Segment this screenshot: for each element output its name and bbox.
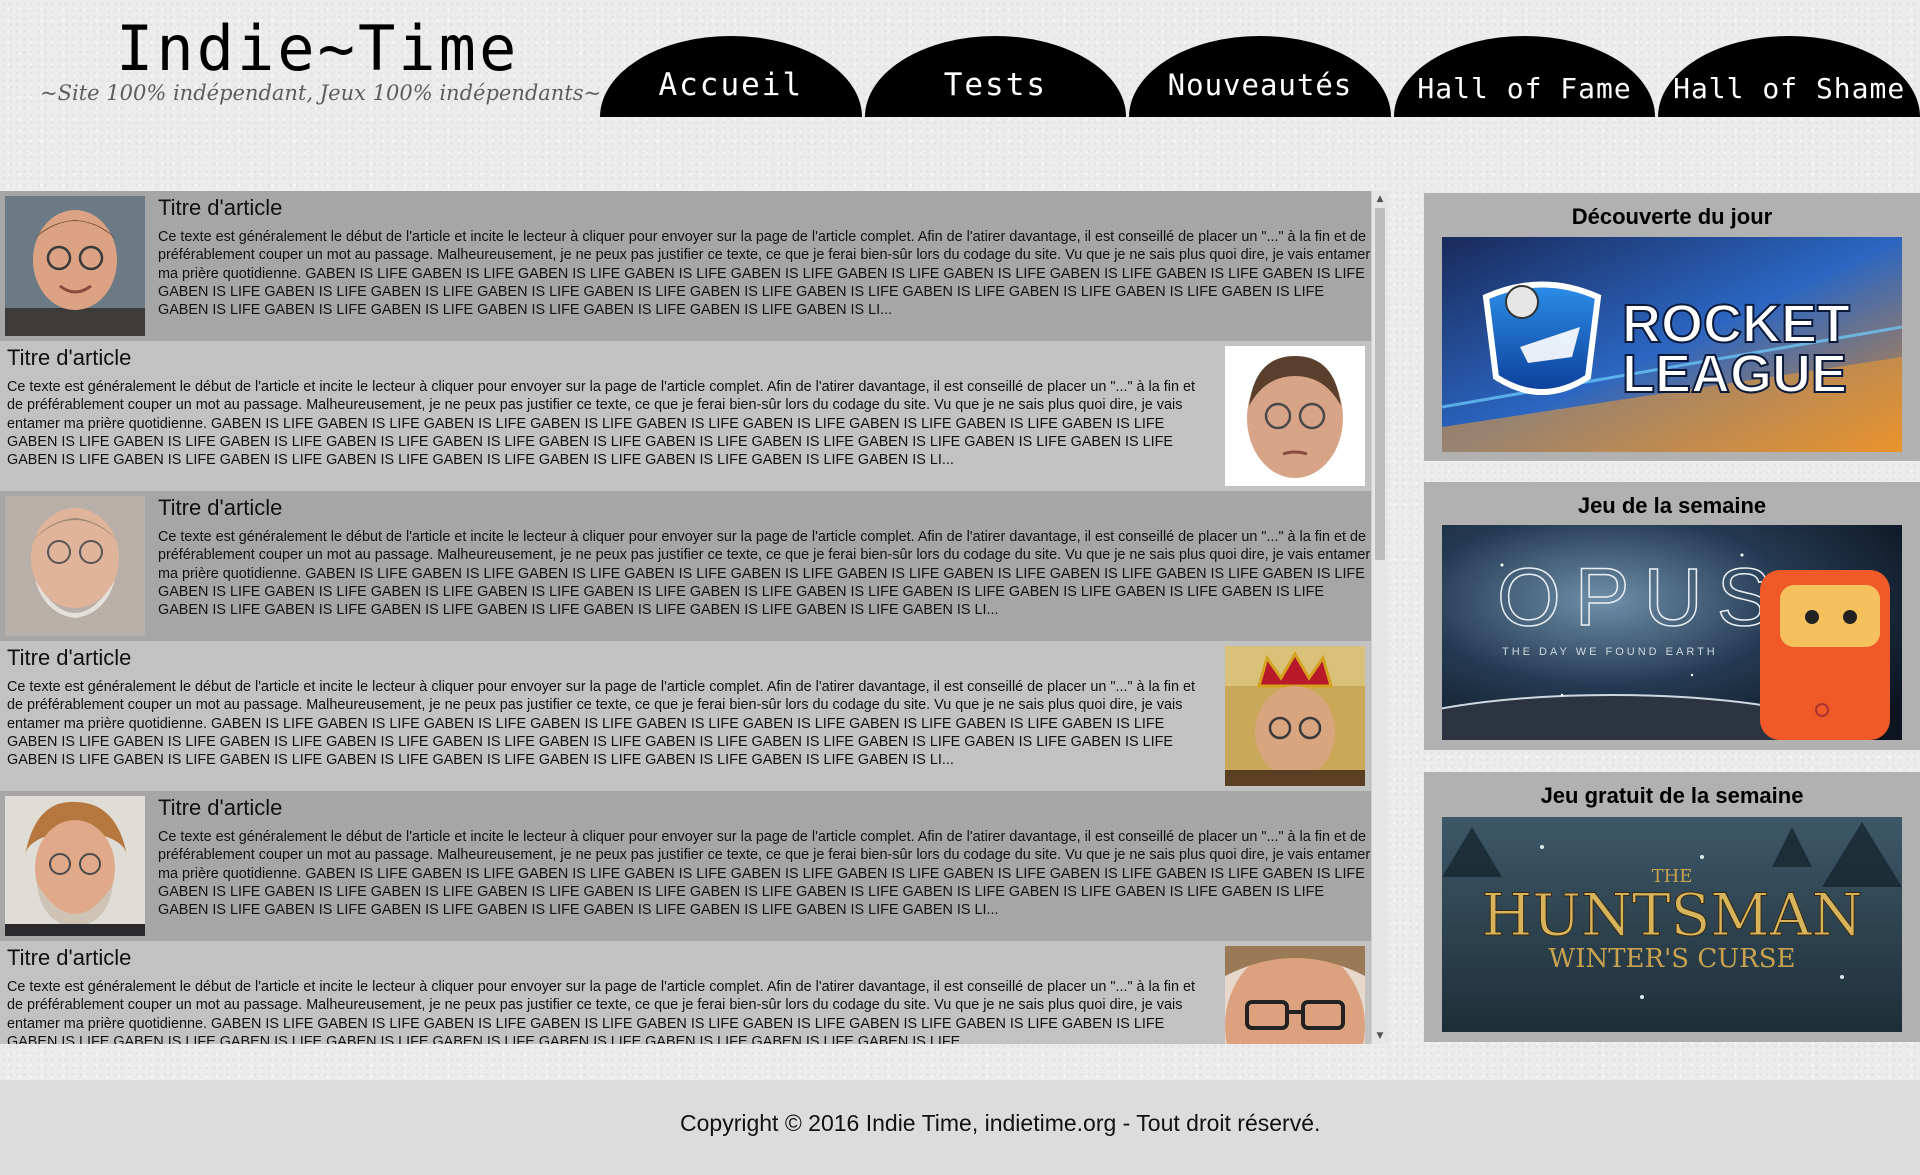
article-list-scrollbar[interactable]: ▲ ▼ xyxy=(1371,191,1388,1044)
article-excerpt: Ce texte est généralement le début de l'… xyxy=(158,229,1371,319)
article-excerpt: Ce texte est généralement le début de l'… xyxy=(158,529,1371,619)
site-slogan: ~Site 100% indépendant, Jeux 100% indépe… xyxy=(40,81,602,105)
article-title[interactable]: Titre d'article xyxy=(7,643,1210,673)
article-body: Titre d'article Ce texte est généralemen… xyxy=(150,491,1387,620)
article-title[interactable]: Titre d'article xyxy=(158,793,1377,823)
article-thumbnail[interactable] xyxy=(1225,346,1365,486)
article-thumbnail[interactable] xyxy=(5,796,145,936)
footer-copyright: Copyright © 2016 Indie Time, indietime.o… xyxy=(680,1110,1321,1136)
nav-tab-nouveautes[interactable]: Nouveautés xyxy=(1129,36,1391,117)
article-thumbnail[interactable] xyxy=(5,496,145,636)
scrollbar-thumb[interactable] xyxy=(1375,208,1385,560)
article-item[interactable]: Titre d'article Ce texte est généralemen… xyxy=(0,491,1387,641)
scroll-up-arrow-icon[interactable]: ▲ xyxy=(1372,191,1388,207)
sidebar-card-title: Jeu gratuit de la semaine xyxy=(1540,783,1804,808)
sidebar-card-title: Découverte du jour xyxy=(1571,204,1773,229)
sidebar-card-discovery: Découverte du jour ROCKET LEAGUE xyxy=(1424,193,1920,461)
article-title[interactable]: Titre d'article xyxy=(7,343,1210,373)
article-item[interactable]: Titre d'article Ce texte est généralemen… xyxy=(0,341,1387,491)
site-footer: Copyright © 2016 Indie Time, indietime.o… xyxy=(0,1080,1920,1175)
opus-logo-subtitle: THE DAY WE FOUND EARTH xyxy=(1502,646,1718,658)
opus-logo-title: OPUS xyxy=(1497,552,1785,643)
article-body: Titre d'article Ce texte est généralemen… xyxy=(0,941,1220,1044)
article-body: Titre d'article Ce texte est généralemen… xyxy=(150,191,1387,320)
article-title[interactable]: Titre d'article xyxy=(7,943,1210,973)
scroll-down-arrow-icon[interactable]: ▼ xyxy=(1372,1028,1388,1044)
sidebar-card-title: Jeu de la semaine xyxy=(1577,493,1767,518)
article-item[interactable]: Titre d'article Ce texte est généralemen… xyxy=(0,941,1387,1044)
article-item[interactable]: Titre d'article Ce texte est généralemen… xyxy=(0,191,1387,341)
sidebar-card-game-of-week: Jeu de la semaine OPUS THE DAY WE FOUND … xyxy=(1424,482,1920,750)
site-logo-title[interactable]: Indie~Time xyxy=(116,14,519,84)
huntsman-logo-subtitle: WINTER'S CURSE xyxy=(1548,944,1795,974)
article-body: Titre d'article Ce texte est généralemen… xyxy=(0,341,1220,470)
article-item[interactable]: Titre d'article Ce texte est généralemen… xyxy=(0,791,1387,941)
article-excerpt: Ce texte est généralement le début de l'… xyxy=(7,979,1195,1044)
article-excerpt: Ce texte est généralement le début de l'… xyxy=(7,379,1195,469)
main-nav: Accueil Tests Nouveautés Hall of Fame Ha… xyxy=(600,36,1920,117)
opus-banner[interactable]: OPUS THE DAY WE FOUND EARTH xyxy=(1442,525,1902,740)
huntsman-banner[interactable]: THE HUNTSMAN WINTER'S CURSE xyxy=(1442,817,1902,1032)
huntsman-logo-title: HUNTSMAN xyxy=(1482,881,1863,949)
article-thumbnail[interactable] xyxy=(5,196,145,336)
nav-tab-hall-of-shame[interactable]: Hall of Shame xyxy=(1658,36,1920,117)
nav-tab-tests[interactable]: Tests xyxy=(864,36,1127,117)
article-thumbnail[interactable] xyxy=(1225,946,1365,1044)
article-item[interactable]: Titre d'article Ce texte est généralemen… xyxy=(0,641,1387,791)
article-body: Titre d'article Ce texte est généralemen… xyxy=(0,641,1220,770)
article-excerpt: Ce texte est généralement le début de l'… xyxy=(7,679,1195,769)
nav-tab-hall-of-fame[interactable]: Hall of Fame xyxy=(1393,36,1656,117)
nav-tab-accueil[interactable]: Accueil xyxy=(600,36,862,117)
rocket-league-logo-line2: LEAGUE xyxy=(1622,344,1847,404)
rocket-league-banner[interactable]: ROCKET LEAGUE xyxy=(1442,237,1902,452)
article-title[interactable]: Titre d'article xyxy=(158,193,1377,223)
article-list[interactable]: Titre d'article Ce texte est généralemen… xyxy=(0,191,1387,1044)
sidebar-card-free-game: Jeu gratuit de la semaine THE HUNTSMAN W… xyxy=(1424,772,1920,1042)
article-body: Titre d'article Ce texte est généralemen… xyxy=(150,791,1387,920)
article-title[interactable]: Titre d'article xyxy=(158,493,1377,523)
article-excerpt: Ce texte est généralement le début de l'… xyxy=(158,829,1371,919)
article-thumbnail[interactable] xyxy=(1225,646,1365,786)
